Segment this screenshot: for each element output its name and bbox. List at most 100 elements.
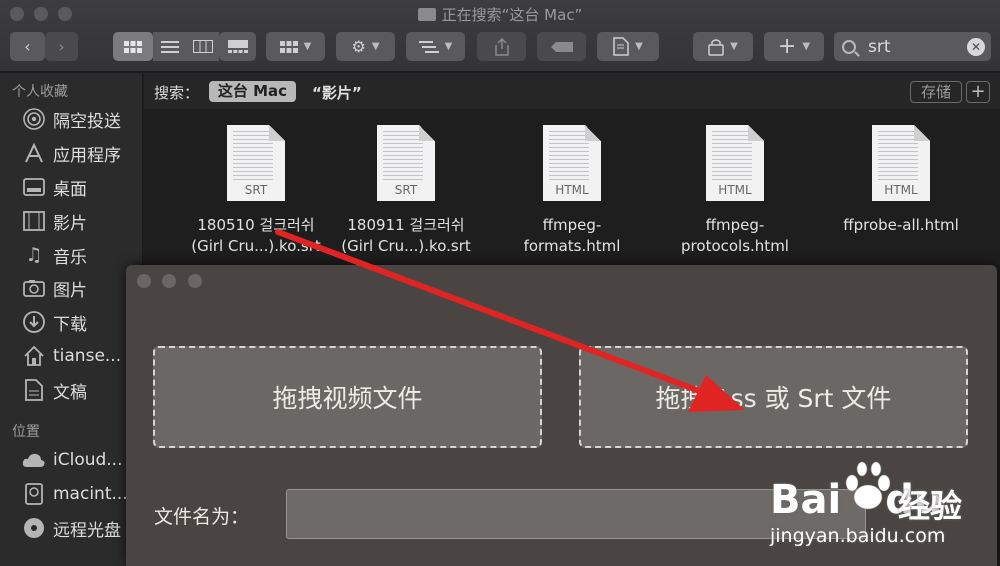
file-name: 180911 걸크러쉬 (Girl Cru...).ko.srt <box>341 216 471 255</box>
arrange-button[interactable]: ▼ <box>406 32 465 61</box>
airdrop-icon <box>22 108 46 130</box>
baidu-jingyan-watermark: Bai du 经验 jingyan.baidu.com <box>770 455 995 555</box>
list-view-icon <box>160 40 179 53</box>
html-file-icon: HTML <box>543 125 601 201</box>
chevron-down-icon: ▼ <box>802 41 811 52</box>
icon-view-icon <box>124 40 142 53</box>
sidebar-item-label: macint... <box>53 484 128 504</box>
sidebar-item-home[interactable]: tianse... <box>22 341 140 371</box>
lock-icon <box>708 38 724 56</box>
file-item[interactable]: SRT 180911 걸크러쉬 (Girl Cru...).ko.srt <box>321 125 491 257</box>
close-window-button[interactable] <box>137 274 151 288</box>
scope-label: 搜索： <box>154 84 200 102</box>
column-view-button[interactable] <box>186 32 219 61</box>
chevron-down-icon: ▼ <box>371 41 380 52</box>
sidebar-item-label: tianse... <box>53 346 122 366</box>
save-search-button[interactable]: 存储 <box>910 81 962 103</box>
applications-icon <box>22 142 46 164</box>
watermark-url: jingyan.baidu.com <box>770 525 946 547</box>
sidebar-item-label: 隔空投送 <box>53 111 121 132</box>
folder-icon <box>417 8 436 21</box>
file-item[interactable]: HTML ffmpeg-formats.html <box>487 125 657 257</box>
sidebar-item-label: 远程光盘 <box>53 520 121 541</box>
sidebar-item-label: iCloud... <box>53 450 123 470</box>
remote-disc-icon <box>22 517 46 539</box>
sidebar-item-macintosh-hd[interactable]: macint... <box>22 479 140 509</box>
finder-toolbar: 正在搜索“这台 Mac” ‹ › ▼ ⚙ ▼ ▼ ▼ ▼ + ▼ srt ✕ <box>0 0 1000 72</box>
list-view-button[interactable] <box>153 32 186 61</box>
sidebar-item-label: 下载 <box>53 314 87 335</box>
group-by-button[interactable]: ▼ <box>266 32 325 61</box>
sidebar-item-label: 应用程序 <box>53 145 121 166</box>
action-menu-button[interactable]: ⚙ ▼ <box>336 32 395 61</box>
home-icon <box>22 345 46 367</box>
plus-icon: + <box>777 34 797 59</box>
html-file-icon: HTML <box>706 125 764 201</box>
document-add-icon <box>613 37 629 56</box>
locations-heading: 位置 <box>12 424 40 440</box>
gear-icon: ⚙ <box>351 37 366 56</box>
chevron-down-icon: ▼ <box>730 41 738 52</box>
srt-file-icon: SRT <box>377 125 435 201</box>
add-menu-button[interactable]: + ▼ <box>764 32 824 61</box>
new-document-button[interactable]: ▼ <box>597 32 659 61</box>
search-scope-bar: 搜索： 这台 Mac “影片” 存储 + <box>144 73 1000 110</box>
arrange-icon <box>418 40 439 53</box>
sidebar-item-movies[interactable]: 影片 <box>22 206 140 236</box>
scope-this-mac-button[interactable]: 这台 Mac <box>209 81 296 102</box>
column-view-icon <box>192 40 213 53</box>
gallery-view-button[interactable] <box>219 32 256 61</box>
chevron-left-icon: ‹ <box>24 37 31 56</box>
file-name: ffprobe-all.html <box>843 216 959 234</box>
file-item[interactable]: HTML ffmpeg-protocols.html <box>650 125 820 257</box>
pictures-icon <box>22 277 46 299</box>
sidebar-item-desktop[interactable]: 桌面 <box>22 172 140 202</box>
file-item[interactable]: HTML ffprobe-all.html <box>816 125 986 236</box>
sidebar-item-label: 影片 <box>53 213 87 234</box>
sidebar-item-documents[interactable]: 文稿 <box>22 375 140 405</box>
srt-file-icon: SRT <box>227 125 285 201</box>
sidebar: 个人收藏 隔空投送 应用程序 桌面 影片 ♫ 音乐 图片 下载 tianse..… <box>0 73 143 566</box>
chevron-right-icon: › <box>58 37 65 56</box>
chevron-down-icon: ▼ <box>303 41 312 52</box>
video-drop-zone[interactable]: 拖拽视频文件 <box>153 346 542 448</box>
sidebar-item-pictures[interactable]: 图片 <box>22 273 140 303</box>
back-button[interactable]: ‹ <box>10 32 45 61</box>
disk-icon <box>22 483 46 505</box>
gallery-view-icon <box>227 40 248 53</box>
sidebar-item-icloud[interactable]: iCloud... <box>22 445 140 475</box>
search-input[interactable]: srt <box>868 37 891 57</box>
zoom-window-button[interactable] <box>188 274 202 288</box>
share-button[interactable] <box>477 32 526 61</box>
chevron-down-icon: ▼ <box>444 41 453 52</box>
tags-button[interactable] <box>537 32 586 61</box>
sidebar-item-remote-disc[interactable]: 远程光盘 <box>22 513 140 543</box>
downloads-icon <box>22 311 46 333</box>
minimize-window-button[interactable] <box>162 274 176 288</box>
chevron-down-icon: ▼ <box>635 41 643 52</box>
sidebar-item-applications[interactable]: 应用程序 <box>22 138 140 168</box>
extension-button[interactable]: ▼ <box>693 32 753 61</box>
forward-button[interactable]: › <box>45 32 78 61</box>
icon-view-button[interactable] <box>113 32 153 61</box>
window-title: 正在搜索“这台 Mac” <box>0 4 1000 25</box>
file-item[interactable]: SRT 180510 걸크러쉬 (Girl Cru...).ko.srt <box>171 125 341 257</box>
add-criteria-button[interactable]: + <box>966 81 990 103</box>
tag-icon <box>550 41 573 52</box>
group-grid-icon <box>279 40 298 53</box>
search-field[interactable]: srt ✕ <box>834 32 991 61</box>
music-icon: ♫ <box>25 244 43 266</box>
sidebar-item-downloads[interactable]: 下载 <box>22 307 140 337</box>
cloud-icon <box>22 449 46 471</box>
file-name: ffmpeg-formats.html <box>523 216 621 255</box>
sidebar-item-airdrop[interactable]: 隔空投送 <box>22 104 140 134</box>
sidebar-item-label: 图片 <box>53 280 87 301</box>
scope-movies-button[interactable]: “影片” <box>312 82 362 103</box>
subtitle-drop-zone[interactable]: 拖拽 Ass 或 Srt 文件 <box>579 346 968 448</box>
clear-search-icon[interactable]: ✕ <box>967 38 985 56</box>
file-name: ffmpeg-protocols.html <box>681 216 789 255</box>
search-icon <box>842 39 856 54</box>
sidebar-item-music[interactable]: ♫ 音乐 <box>22 240 140 270</box>
favorites-heading: 个人收藏 <box>12 84 68 100</box>
share-icon <box>494 37 509 56</box>
